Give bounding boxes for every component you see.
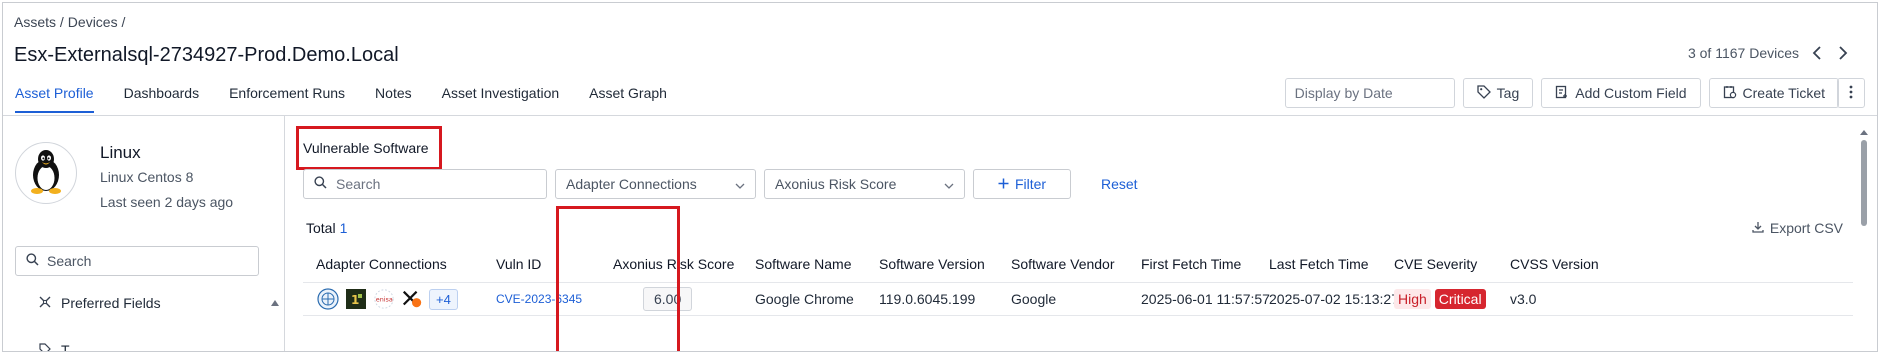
tag-label: Tag: [1496, 85, 1520, 101]
scrollbar-thumb[interactable]: [1861, 140, 1867, 226]
risk-score-highlight-box: [556, 206, 680, 351]
add-filter-button[interactable]: Filter: [973, 169, 1071, 199]
device-sidebar: Linux Linux Centos 8 Last seen 2 days ag…: [3, 116, 285, 351]
title-highlight-box: [296, 126, 442, 170]
total-label: Total: [306, 220, 336, 236]
chevron-down-icon: [735, 176, 745, 192]
reset-link[interactable]: Reset: [1101, 176, 1138, 192]
download-icon: [1752, 220, 1764, 236]
adapter-connections-select[interactable]: Adapter Connections: [555, 169, 756, 199]
breadcrumb: Assets / Devices /: [14, 14, 125, 30]
os-avatar: [15, 142, 77, 204]
tab-enforcement-runs[interactable]: Enforcement Runs: [229, 79, 345, 111]
column-header-software-version[interactable]: Software Version: [879, 256, 985, 272]
software-version-cell: 119.0.6045.199: [879, 291, 976, 307]
filter-bar: Search Adapter Connections Axonius Risk …: [303, 169, 1138, 199]
add-custom-field-label: Add Custom Field: [1575, 85, 1687, 101]
table-search-input[interactable]: Search: [303, 169, 547, 199]
create-ticket-button[interactable]: Create Ticket: [1708, 78, 1839, 108]
table-search-placeholder: Search: [336, 176, 381, 192]
previous-device-icon[interactable]: [1809, 45, 1825, 61]
column-header-adapter-connections[interactable]: Adapter Connections: [316, 256, 447, 272]
display-by-date-input[interactable]: Display by Date: [1284, 78, 1455, 108]
chevron-down-icon: [944, 176, 954, 192]
vulnerable-software-panel: Vulnerable Software Search Adapter Conne…: [286, 116, 1877, 351]
tag-button[interactable]: Tag: [1462, 78, 1534, 108]
last-fetch-cell: 2025-07-02 15:13:27: [1269, 291, 1399, 307]
total-count: Total 1: [306, 220, 347, 236]
green-square-adapter-icon: 1: [345, 288, 367, 310]
pager-count: 3 of 1167 Devices: [1687, 45, 1799, 61]
severity-critical-badge: Critical: [1434, 289, 1486, 309]
preferred-fields-icon: [39, 295, 51, 311]
last-seen: Last seen 2 days ago: [100, 194, 234, 210]
cross-tools-adapter-icon: [401, 288, 423, 310]
total-value: 1: [339, 220, 348, 236]
preferred-fields-item[interactable]: Preferred Fields: [39, 295, 161, 311]
sidebar-search-placeholder: Search: [47, 253, 92, 269]
export-csv-label: Export CSV: [1769, 220, 1843, 236]
table-row[interactable]: 1 enisa +4 CVE-2023-6345 6.00 Google Chr…: [303, 282, 1853, 316]
search-icon: [26, 253, 39, 269]
table-header-row: Adapter Connections Vuln ID Axonius Risk…: [303, 246, 1853, 282]
asset-page: Assets / Devices / Esx-Externalsql-27349…: [2, 2, 1878, 352]
risk-score-select-label: Axonius Risk Score: [775, 176, 897, 192]
column-header-first-fetch[interactable]: First Fetch Time: [1141, 256, 1241, 272]
software-vendor-cell: Google: [1011, 291, 1057, 307]
tab-bar: Asset Profile Dashboards Enforcement Run…: [3, 79, 685, 115]
first-fetch-cell: 2025-06-01 11:57:57: [1141, 291, 1270, 307]
adapter-connections-select-label: Adapter Connections: [566, 176, 697, 192]
tab-notes[interactable]: Notes: [375, 79, 412, 111]
risk-score-select[interactable]: Axonius Risk Score: [764, 169, 965, 199]
globe-adapter-icon: [317, 288, 339, 310]
create-ticket-label: Create Ticket: [1742, 85, 1825, 101]
kebab-menu-icon: [1849, 85, 1853, 102]
os-version: Linux Centos 8: [100, 169, 194, 185]
svg-text:enisa: enisa: [376, 296, 393, 304]
breadcrumb-assets[interactable]: Assets /: [14, 14, 64, 30]
column-header-software-vendor[interactable]: Software Vendor: [1011, 256, 1115, 272]
column-header-cve-severity[interactable]: CVE Severity: [1394, 256, 1477, 272]
add-field-icon: [1555, 85, 1569, 102]
column-header-vuln-id[interactable]: Vuln ID: [496, 256, 541, 272]
vulnerable-software-table: Adapter Connections Vuln ID Axonius Risk…: [303, 246, 1853, 316]
add-custom-field-button[interactable]: Add Custom Field: [1541, 78, 1701, 108]
tab-asset-graph[interactable]: Asset Graph: [589, 79, 667, 111]
more-adapters-badge[interactable]: +4: [429, 288, 458, 310]
software-name-cell: Google Chrome: [755, 291, 854, 307]
column-header-software-name[interactable]: Software Name: [755, 256, 851, 272]
ticket-icon: [1723, 85, 1737, 102]
tab-asset-profile[interactable]: Asset Profile: [15, 79, 94, 113]
enisa-adapter-icon: enisa: [373, 288, 395, 310]
tab-asset-investigation[interactable]: Asset Investigation: [442, 79, 560, 111]
tab-dashboards[interactable]: Dashboards: [124, 79, 200, 111]
table-scrollbar[interactable]: [1860, 130, 1868, 230]
next-device-icon[interactable]: [1835, 45, 1851, 61]
device-pager: 3 of 1167 Devices: [1688, 45, 1851, 61]
collapse-caret-icon[interactable]: [271, 300, 279, 306]
scroll-up-icon[interactable]: [1860, 130, 1868, 135]
linux-penguin-icon: [26, 149, 66, 198]
cvss-version-cell: v3.0: [1510, 291, 1537, 307]
filter-label: Filter: [1014, 176, 1047, 192]
search-icon: [314, 176, 327, 192]
sidebar-item-partial-label: T...: [61, 342, 80, 352]
column-header-last-fetch[interactable]: Last Fetch Time: [1269, 256, 1369, 272]
cve-severity-cell: High Critical: [1394, 289, 1486, 309]
tag-outline-icon: [39, 342, 51, 351]
tag-icon: [1477, 84, 1491, 102]
os-name: Linux: [100, 143, 141, 162]
sidebar-item-partial[interactable]: T...: [39, 342, 80, 352]
severity-high-badge: High: [1394, 289, 1431, 309]
adapter-icons: 1 enisa +4: [317, 288, 458, 310]
toolbar: Display by Date Tag Add Custom Field Cre…: [1284, 78, 1839, 108]
preferred-fields-label: Preferred Fields: [61, 295, 161, 311]
column-header-cvss-version[interactable]: CVSS Version: [1510, 256, 1599, 272]
page-title: Esx-Externalsql-2734927-Prod.Demo.Local: [14, 44, 399, 66]
export-csv-button[interactable]: Export CSV: [1752, 220, 1843, 236]
plus-icon: [998, 176, 1009, 192]
sidebar-search-input[interactable]: Search: [15, 246, 259, 276]
more-options-button[interactable]: [1837, 78, 1865, 108]
breadcrumb-devices[interactable]: Devices /: [68, 14, 126, 30]
